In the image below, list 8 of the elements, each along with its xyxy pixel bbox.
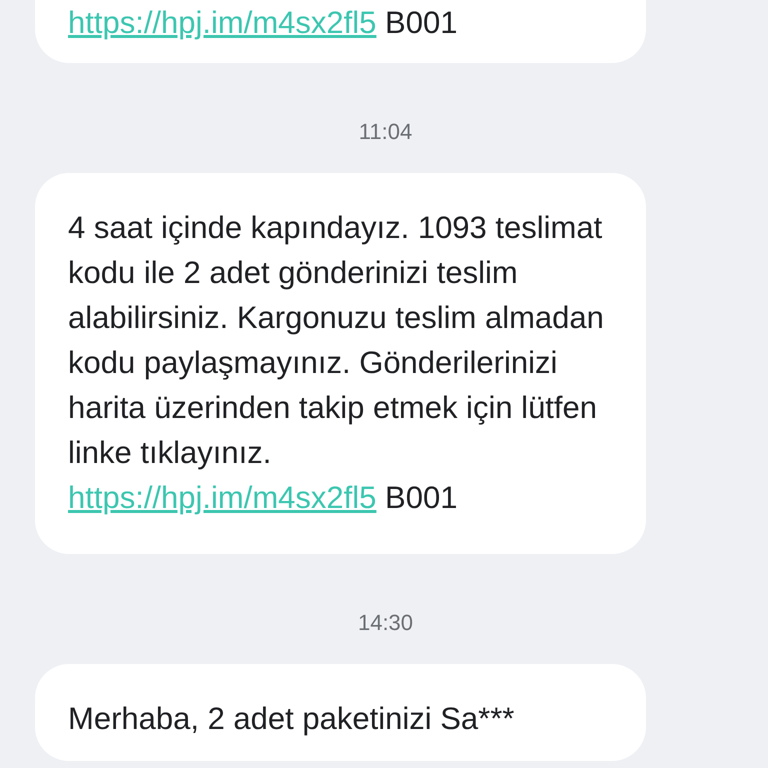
message-code: B001 xyxy=(385,5,458,40)
message-time: 11:04 xyxy=(358,119,412,144)
message-link[interactable]: https://hpj.im/m4sx2fl5 xyxy=(68,5,376,40)
message-text: Merhaba, 2 adet paketinizi Sa*** xyxy=(68,700,516,738)
message-time: 14:30 xyxy=(358,610,414,635)
message-link[interactable]: https://hpj.im/m4sx2fl5 xyxy=(68,480,376,515)
message-code: B001 xyxy=(385,480,458,515)
message-text: 4 saat içinde kapındayız. 1093 teslimat kodu ile 2 adet gönderinizi teslim alabilirsiniz. Kargonuzu teslim almadan kodu paylaşmayınız. Gönderilerinizi harita üzerinden takip etmek için lütfen linke tıklayınız. xyxy=(68,209,605,472)
